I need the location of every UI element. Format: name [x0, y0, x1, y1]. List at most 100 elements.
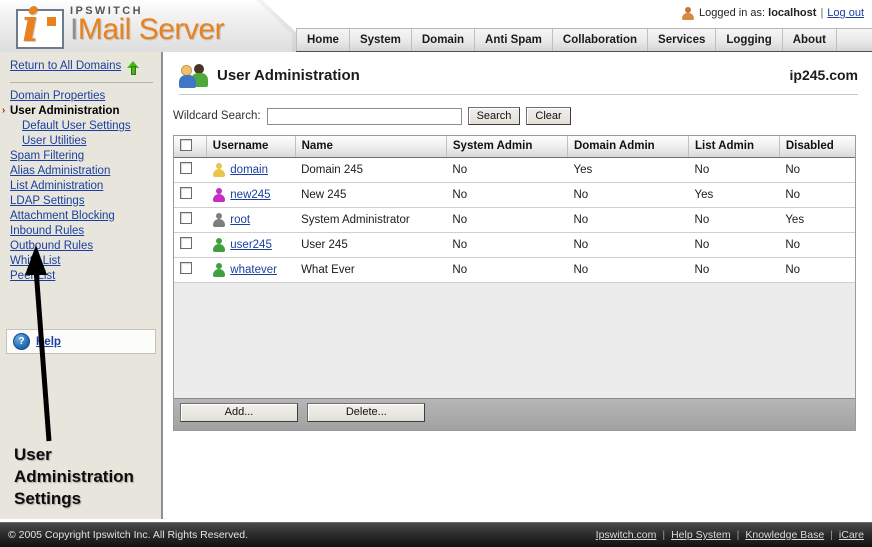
- username-link[interactable]: domain: [230, 164, 268, 176]
- table-row[interactable]: root System Administrator No No No Yes: [174, 207, 855, 233]
- row-checkbox[interactable]: [180, 187, 192, 199]
- row-list-admin-cell: No: [688, 157, 780, 183]
- sidebar-item-return-to-all-domains[interactable]: Return to All Domains: [10, 60, 161, 75]
- sidebar-item-outbound-rules[interactable]: Outbound Rules: [10, 240, 161, 252]
- row-domain-admin-cell: No: [567, 232, 689, 258]
- page-header: User Administration ip245.com: [165, 52, 872, 88]
- sidebar-item-spam-filtering[interactable]: Spam Filtering: [10, 150, 161, 162]
- user-avatar-icon: [212, 212, 225, 227]
- current-domain: ip245.com: [789, 67, 858, 83]
- app-logo[interactable]: i IPSWITCH IMail Server: [10, 2, 225, 50]
- column-list-admin[interactable]: List Admin: [688, 136, 780, 158]
- user-avatar-icon: [212, 187, 225, 202]
- sidebar-item-user-utilities[interactable]: User Utilities: [22, 135, 161, 147]
- row-name-cell: What Ever: [295, 257, 447, 283]
- row-system-admin-cell: No: [446, 157, 568, 183]
- sidebar-item-default-user-settings[interactable]: Default User Settings: [22, 120, 161, 132]
- username-link[interactable]: whatever: [230, 264, 277, 276]
- search-input[interactable]: [266, 107, 462, 125]
- sidebar-menu: Domain Properties › User Administration D…: [0, 90, 161, 282]
- nav-item-anti-spam[interactable]: Anti Spam: [475, 29, 553, 51]
- nav-item-services[interactable]: Services: [648, 29, 717, 51]
- footer-separator: |: [830, 529, 833, 541]
- sidebar-item-attachment-blocking[interactable]: Attachment Blocking: [10, 210, 161, 222]
- row-name-cell: System Administrator: [295, 207, 447, 233]
- user-avatar-icon: [212, 262, 225, 277]
- row-list-admin-cell: No: [688, 257, 780, 283]
- sidebar-divider: [10, 82, 153, 83]
- row-checkbox[interactable]: [180, 237, 192, 249]
- row-checkbox[interactable]: [180, 262, 192, 274]
- sidebar-item-white-list[interactable]: White List: [10, 255, 161, 267]
- row-list-admin-cell: No: [688, 207, 780, 233]
- nav-item-system[interactable]: System: [350, 29, 412, 51]
- delete-button[interactable]: Delete...: [307, 402, 426, 422]
- column-select-all: [174, 136, 207, 158]
- nav-item-domain[interactable]: Domain: [412, 29, 476, 51]
- help-link[interactable]: Help: [36, 336, 61, 348]
- footer-links: Ipswitch.com | Help System | Knowledge B…: [596, 529, 872, 541]
- table-action-bar: Add... Delete...: [174, 397, 855, 430]
- footer-link-knowledge-base[interactable]: Knowledge Base: [745, 529, 824, 541]
- username-link[interactable]: new245: [230, 189, 270, 201]
- return-to-all-domains-link[interactable]: Return to All Domains: [10, 60, 121, 72]
- column-username[interactable]: Username: [206, 136, 296, 158]
- sidebar-item-alias-administration[interactable]: Alias Administration: [10, 165, 161, 177]
- username-link[interactable]: root: [230, 214, 250, 226]
- nav-item-home[interactable]: Home: [296, 29, 350, 51]
- annotation-caption: User Administration Settings: [14, 445, 134, 508]
- logged-in-user: localhost: [768, 7, 817, 19]
- help-box[interactable]: ? Help: [6, 329, 156, 354]
- row-system-admin-cell: No: [446, 257, 568, 283]
- sidebar-item-peer-list[interactable]: Peer List: [10, 270, 161, 282]
- table-row[interactable]: domain Domain 245 No Yes No No: [174, 157, 855, 183]
- logo-text: IPSWITCH IMail Server: [70, 2, 225, 46]
- table-row[interactable]: user245 User 245 No No No No: [174, 232, 855, 258]
- content-area: Return to All Domains Domain Properties …: [0, 52, 872, 522]
- logged-in-label: Logged in as:: [699, 7, 766, 19]
- nav-item-collaboration[interactable]: Collaboration: [553, 29, 649, 51]
- row-username-cell: root: [206, 207, 296, 233]
- page-title: User Administration: [217, 66, 360, 84]
- row-checkbox[interactable]: [180, 162, 192, 174]
- table-row[interactable]: whatever What Ever No No No No: [174, 257, 855, 283]
- logout-link[interactable]: Log out: [827, 7, 864, 19]
- row-checkbox[interactable]: [180, 212, 192, 224]
- imail-admin-page: i IPSWITCH IMail Server Logged in as: lo…: [0, 0, 872, 547]
- user-avatar-icon: [212, 237, 225, 252]
- footer-link-help-system[interactable]: Help System: [671, 529, 731, 541]
- column-disabled[interactable]: Disabled: [779, 136, 855, 158]
- username-link[interactable]: user245: [230, 239, 272, 251]
- sidebar-item-user-administration[interactable]: › User Administration: [2, 105, 161, 117]
- row-system-admin-cell: No: [446, 207, 568, 233]
- product-name-i: I: [70, 13, 78, 46]
- row-disabled-cell: No: [779, 157, 855, 183]
- add-button[interactable]: Add...: [180, 402, 298, 422]
- search-button[interactable]: Search: [467, 107, 521, 125]
- sidebar-item-list-administration[interactable]: List Administration: [10, 180, 161, 192]
- sidebar: Return to All Domains Domain Properties …: [0, 52, 163, 522]
- column-name[interactable]: Name: [295, 136, 447, 158]
- search-row: Wildcard Search: Search Clear: [165, 95, 872, 125]
- row-disabled-cell: No: [779, 232, 855, 258]
- row-domain-admin-cell: No: [567, 257, 689, 283]
- product-name-server: Server: [138, 13, 225, 46]
- two-users-icon: [179, 62, 209, 88]
- column-domain-admin[interactable]: Domain Admin: [567, 136, 690, 158]
- select-all-checkbox[interactable]: [180, 138, 192, 151]
- clear-button[interactable]: Clear: [526, 107, 571, 125]
- users-table-container: Username Name System Admin Domain Admin …: [173, 135, 856, 431]
- footer-link-icare[interactable]: iCare: [839, 529, 864, 541]
- sidebar-item-ldap-settings[interactable]: LDAP Settings: [10, 195, 161, 207]
- row-username-cell: domain: [206, 157, 296, 183]
- login-status-bar: Logged in as: localhost | Log out: [681, 5, 864, 21]
- nav-item-logging[interactable]: Logging: [716, 29, 783, 51]
- footer-link-ipswitch[interactable]: Ipswitch.com: [596, 529, 657, 541]
- question-mark-icon: ?: [13, 333, 30, 350]
- table-row[interactable]: new245 New 245 No No Yes No: [174, 182, 855, 208]
- column-system-admin[interactable]: System Admin: [446, 136, 568, 158]
- sidebar-item-domain-properties[interactable]: Domain Properties: [10, 90, 161, 102]
- nav-item-about[interactable]: About: [783, 29, 837, 51]
- sidebar-item-inbound-rules[interactable]: Inbound Rules: [10, 225, 161, 237]
- main-nav: Home System Domain Anti Spam Collaborati…: [296, 28, 872, 52]
